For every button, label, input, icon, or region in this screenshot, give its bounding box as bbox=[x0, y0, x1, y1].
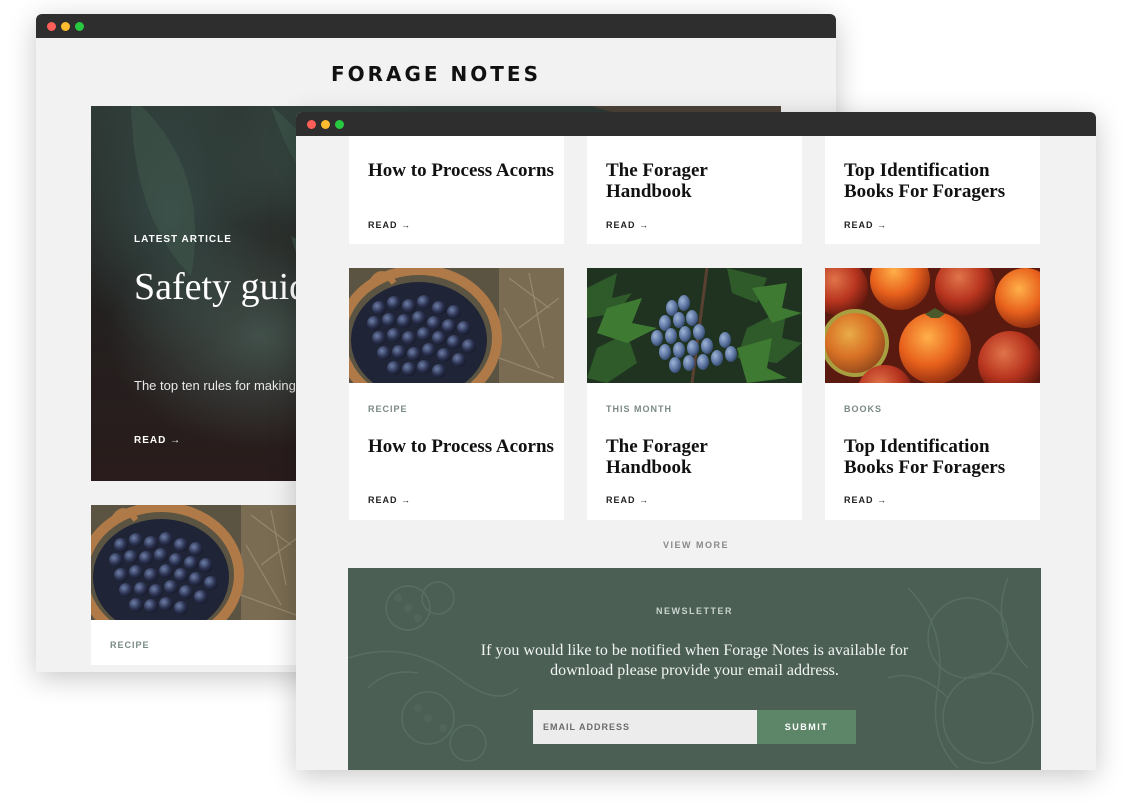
minimize-window-dot[interactable] bbox=[321, 120, 330, 129]
card-title[interactable]: The Forager Handbook bbox=[606, 160, 796, 202]
newsletter-kicker: NEWSLETTER bbox=[656, 606, 733, 616]
article-card[interactable]: THIS MONTH The Forager Handbook READ → bbox=[587, 268, 802, 520]
card-read-link[interactable]: READ → bbox=[368, 495, 411, 505]
maximize-window-dot[interactable] bbox=[75, 22, 84, 31]
newsletter-section: NEWSLETTER If you would like to be notif… bbox=[348, 568, 1041, 770]
article-card[interactable]: Top Identification Books For Foragers RE… bbox=[825, 136, 1040, 244]
hero-read-link[interactable]: READ → bbox=[134, 435, 181, 446]
article-card[interactable]: How to Process Acorns READ → bbox=[349, 136, 564, 244]
card-read-link[interactable]: READ → bbox=[844, 220, 887, 230]
card-category: BOOKS bbox=[844, 404, 883, 414]
article-card[interactable]: RECIPE How to Process Acorns READ → bbox=[349, 268, 564, 520]
card-title[interactable]: Top Identification Books For Foragers bbox=[844, 436, 1034, 478]
card-title[interactable]: The Forager Handbook bbox=[606, 436, 796, 478]
article-card[interactable]: BOOKS Top Identification Books For Forag… bbox=[825, 268, 1040, 520]
article-card[interactable]: The Forager Handbook READ → bbox=[587, 136, 802, 244]
back-article-card[interactable]: RECIPE bbox=[91, 505, 306, 665]
window-titlebar bbox=[36, 14, 836, 38]
card-read-link[interactable]: READ → bbox=[844, 495, 887, 505]
card-image-berries bbox=[587, 268, 802, 383]
maximize-window-dot[interactable] bbox=[335, 120, 344, 129]
card-category: RECIPE bbox=[368, 404, 408, 414]
card-read-link[interactable]: READ → bbox=[368, 220, 411, 230]
hero-kicker: LATEST ARTICLE bbox=[134, 234, 232, 245]
view-more-link[interactable]: VIEW MORE bbox=[296, 540, 1096, 550]
email-field[interactable] bbox=[533, 710, 757, 744]
site-title[interactable]: FORAGE NOTES bbox=[36, 62, 836, 86]
card-image-persimmons bbox=[825, 268, 1040, 383]
card-title[interactable]: How to Process Acorns bbox=[368, 436, 558, 457]
close-window-dot[interactable] bbox=[47, 22, 56, 31]
card-category: RECIPE bbox=[110, 640, 150, 650]
submit-button[interactable]: SUBMIT bbox=[757, 710, 856, 744]
card-image-basket bbox=[349, 268, 564, 383]
card-title[interactable]: How to Process Acorns bbox=[368, 160, 558, 181]
card-category: THIS MONTH bbox=[606, 404, 672, 414]
card-title[interactable]: Top Identification Books For Foragers bbox=[844, 160, 1034, 202]
card-read-link[interactable]: READ → bbox=[606, 495, 649, 505]
card-read-link[interactable]: READ → bbox=[606, 220, 649, 230]
front-browser-window: How to Process Acorns READ → The Forager… bbox=[296, 112, 1096, 770]
window-titlebar bbox=[296, 112, 1096, 136]
card-image-basket bbox=[91, 505, 306, 620]
close-window-dot[interactable] bbox=[307, 120, 316, 129]
newsletter-description: If you would like to be notified when Fo… bbox=[480, 642, 909, 679]
minimize-window-dot[interactable] bbox=[61, 22, 70, 31]
